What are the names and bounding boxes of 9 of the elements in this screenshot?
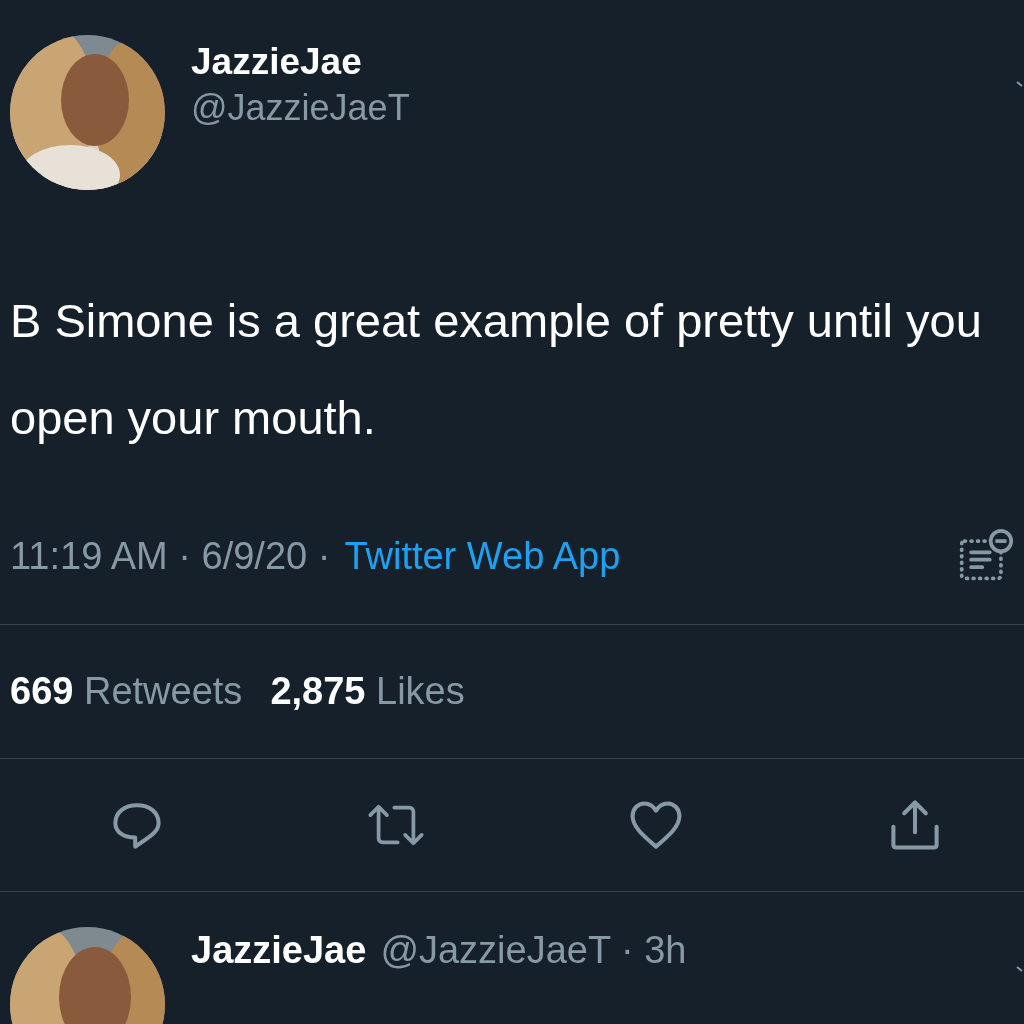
author-name[interactable]: JazzieJae xyxy=(191,41,410,83)
author-handle[interactable]: @JazzieJaeT · 3h xyxy=(380,929,687,977)
author-name[interactable]: JazzieJae xyxy=(191,929,367,977)
tweet-text: B Simone is a great example of pretty until you open your mouth. xyxy=(10,293,983,446)
source-link[interactable]: Twitter Web App xyxy=(344,534,621,578)
stat-count[interactable]: 669 Retweets xyxy=(10,670,243,713)
stat-count[interactable]: 2,875 Likes xyxy=(270,670,465,713)
author-handle[interactable]: @JazzieJaeT xyxy=(191,87,410,129)
timestamp: 11:19 AM · 6/9/20 · xyxy=(10,534,331,578)
